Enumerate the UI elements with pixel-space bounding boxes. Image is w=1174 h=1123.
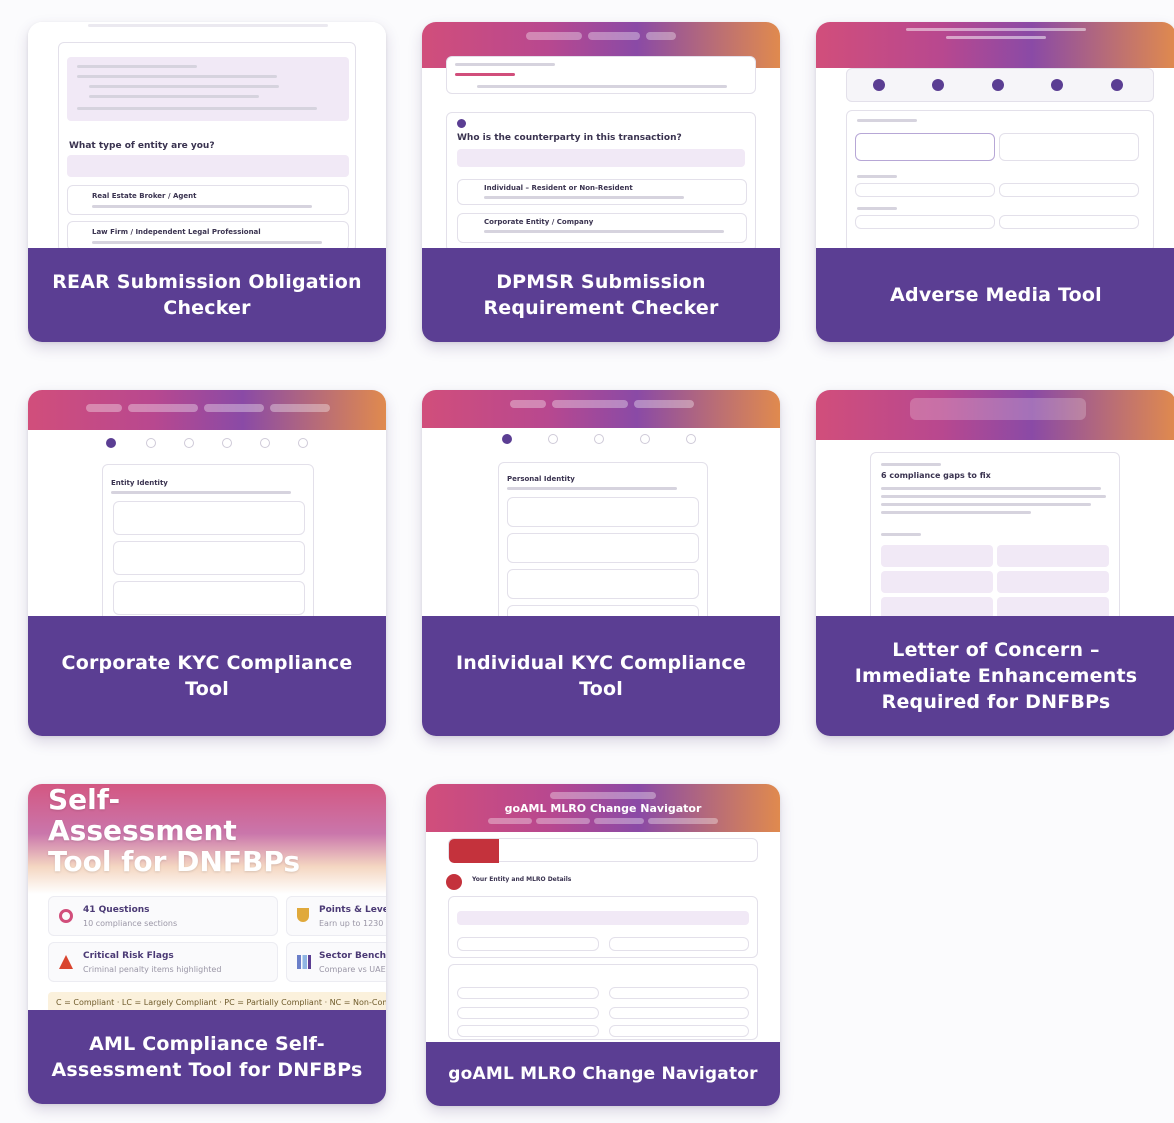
tool-title: DPMSR Submission Requirement Checker — [483, 271, 719, 319]
tool-title: Adverse Media Tool — [890, 284, 1102, 306]
trophy-icon — [297, 908, 309, 922]
target-icon — [59, 909, 73, 923]
tool-card-aml-self-assessment[interactable]: Self-Assessment Tool for DNFBPs 41 Quest… — [28, 784, 386, 1104]
tool-title: Letter of Concern – Immediate Enhancemen… — [854, 639, 1138, 713]
tool-title: goAML MLRO Change Navigator — [448, 1064, 758, 1084]
dpmsr-option-2: Corporate Entity / Company — [484, 218, 594, 226]
tool-preview-individual-kyc: Personal Identity — [422, 390, 780, 616]
tool-preview-goaml-mlro: goAML MLRO Change Navigator Your Entity … — [426, 784, 780, 1042]
tool-title: REAR Submission Obligation Checker — [52, 271, 362, 319]
rear-option-1: Real Estate Broker / Agent — [92, 192, 197, 200]
tool-title-band: REAR Submission Obligation Checker — [28, 248, 386, 342]
rear-option-2: Law Firm / Independent Legal Professiona… — [92, 228, 261, 236]
tool-title-band: Individual KYC Compliance Tool — [422, 616, 780, 736]
goaml-banner-title: goAML MLRO Change Navigator — [504, 802, 702, 815]
tools-grid: What type of entity are you? Real Estate… — [0, 0, 1174, 1123]
warning-icon — [59, 955, 73, 969]
tool-title-band: goAML MLRO Change Navigator — [426, 1042, 780, 1106]
tool-title-band: Corporate KYC Compliance Tool — [28, 616, 386, 736]
compliance-legend: C = Compliant · LC = Largely Compliant ·… — [48, 992, 386, 1010]
tool-title-band: Letter of Concern – Immediate Enhancemen… — [816, 616, 1174, 736]
tool-preview-letter-of-concern: 6 compliance gaps to fix — [816, 390, 1174, 616]
tool-title-band: DPMSR Submission Requirement Checker — [422, 248, 780, 342]
dpmsr-question: Who is the counterparty in this transact… — [457, 133, 682, 143]
tool-card-goaml-mlro[interactable]: goAML MLRO Change Navigator Your Entity … — [426, 784, 780, 1106]
tool-preview-aml-self-assessment: Self-Assessment Tool for DNFBPs 41 Quest… — [28, 784, 386, 1010]
individual-kyc-section: Personal Identity — [507, 475, 575, 483]
tool-card-dpmsr[interactable]: Who is the counterparty in this transact… — [422, 22, 780, 342]
tool-preview-adverse-media — [816, 22, 1174, 248]
rear-question: What type of entity are you? — [69, 141, 215, 151]
tool-card-individual-kyc[interactable]: Personal Identity Individual KYC Complia… — [422, 390, 780, 736]
tool-title: Corporate KYC Compliance Tool — [61, 652, 353, 700]
corporate-kyc-section: Entity Identity — [111, 479, 168, 487]
bar-chart-icon — [297, 955, 311, 969]
stat-card: Sector Benchmark Compare vs UAE DNFBP av… — [286, 942, 386, 982]
stat-card: Points & Levels Earn up to 1230 points — [286, 896, 386, 936]
tool-title-band: Adverse Media Tool — [816, 248, 1174, 342]
letter-of-concern-heading: 6 compliance gaps to fix — [881, 471, 991, 480]
tool-title-band: AML Compliance Self-Assessment Tool for … — [28, 1010, 386, 1104]
tool-card-rear[interactable]: What type of entity are you? Real Estate… — [28, 22, 386, 342]
stat-card: Critical Risk Flags Criminal penalty ite… — [48, 942, 278, 982]
dpmsr-option-1: Individual – Resident or Non-Resident — [484, 184, 633, 192]
tool-card-corporate-kyc[interactable]: Entity Identity Corporate KYC Compliance… — [28, 390, 386, 736]
stat-card: 41 Questions 10 compliance sections — [48, 896, 278, 936]
self-assessment-banner-title: Self-Assessment Tool for DNFBPs — [48, 784, 301, 878]
tool-title: Individual KYC Compliance Tool — [456, 652, 746, 700]
tool-card-letter-of-concern[interactable]: 6 compliance gaps to fix Letter of Conce… — [816, 390, 1174, 736]
tool-preview-corporate-kyc: Entity Identity — [28, 390, 386, 616]
tool-preview-rear: What type of entity are you? Real Estate… — [28, 22, 386, 248]
tool-card-adverse-media[interactable]: Adverse Media Tool — [816, 22, 1174, 342]
tool-preview-dpmsr: Who is the counterparty in this transact… — [422, 22, 780, 248]
goaml-section: Your Entity and MLRO Details — [472, 876, 572, 883]
tool-title: AML Compliance Self-Assessment Tool for … — [51, 1033, 363, 1081]
